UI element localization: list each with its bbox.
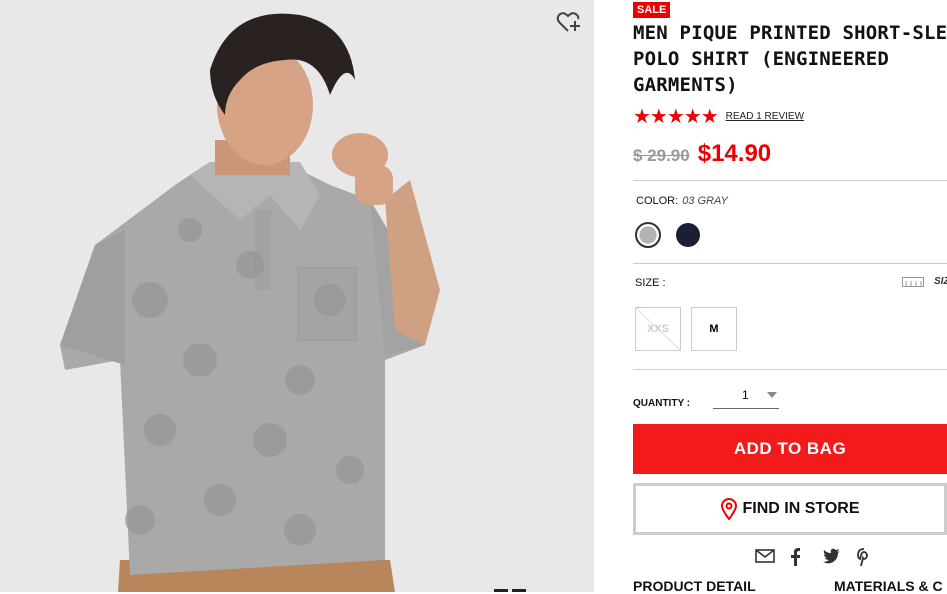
color-label-text: COLOR: xyxy=(636,195,679,207)
gray-swatch[interactable] xyxy=(635,222,661,248)
quantity-value: 1 xyxy=(742,388,749,402)
quantity-select[interactable]: 1 xyxy=(713,386,779,409)
find-in-store-label: FIND IN STORE xyxy=(742,500,860,517)
original-price: $ 29.90 xyxy=(633,146,690,165)
image-thumbnail-strip[interactable] xyxy=(494,584,538,592)
navy-swatch[interactable] xyxy=(676,223,700,247)
sale-price: $14.90 xyxy=(697,140,772,167)
rating-stars: ★★★★★ xyxy=(633,106,719,128)
share-row xyxy=(755,548,891,568)
product-title-line: GARMENTS) xyxy=(633,74,738,96)
size-label: SIZE : xyxy=(635,277,666,289)
divider xyxy=(633,369,947,370)
divider xyxy=(633,263,947,264)
divider xyxy=(633,180,947,181)
read-review-link[interactable]: READ 1 REVIEW xyxy=(726,111,804,122)
size-guide-label: SIZ xyxy=(934,276,947,287)
sale-badge: SALE xyxy=(633,2,671,18)
size-guide-link[interactable]: SIZ xyxy=(902,276,947,287)
mail-icon[interactable] xyxy=(755,548,777,568)
ruler-icon xyxy=(902,276,924,287)
product-title-line: POLO SHIRT (ENGINEERED xyxy=(633,48,890,70)
location-pin-icon xyxy=(721,498,738,520)
color-label: COLOR: 03 GRAY xyxy=(636,195,728,207)
facebook-icon[interactable] xyxy=(789,548,811,568)
product-title-line: MEN PIQUE PRINTED SHORT-SLE xyxy=(633,22,947,44)
product-photo xyxy=(0,0,594,592)
twitter-icon[interactable] xyxy=(823,548,845,568)
product-details: SALE MEN PIQUE PRINTED SHORT-SLE POLO SH… xyxy=(633,0,947,594)
selected-color: 03 GRAY xyxy=(682,195,728,207)
product-image[interactable] xyxy=(0,0,594,592)
price-row: $ 29.90 $14.90 xyxy=(633,140,771,168)
wishlist-heart-icon[interactable] xyxy=(556,10,582,34)
rating-row: ★★★★★ READ 1 REVIEW xyxy=(633,104,804,129)
quantity-label: QUANTITY : xyxy=(633,398,691,409)
pinterest-icon[interactable] xyxy=(857,548,879,568)
size-option-xxs[interactable]: XXS xyxy=(635,307,681,351)
size-option-m[interactable]: M xyxy=(691,307,737,351)
chevron-down-icon xyxy=(767,392,777,398)
add-to-bag-button[interactable]: ADD TO BAG xyxy=(633,424,947,474)
find-in-store-button[interactable]: FIND IN STORE xyxy=(633,483,947,535)
product-title: MEN PIQUE PRINTED SHORT-SLE POLO SHIRT (… xyxy=(633,20,947,98)
